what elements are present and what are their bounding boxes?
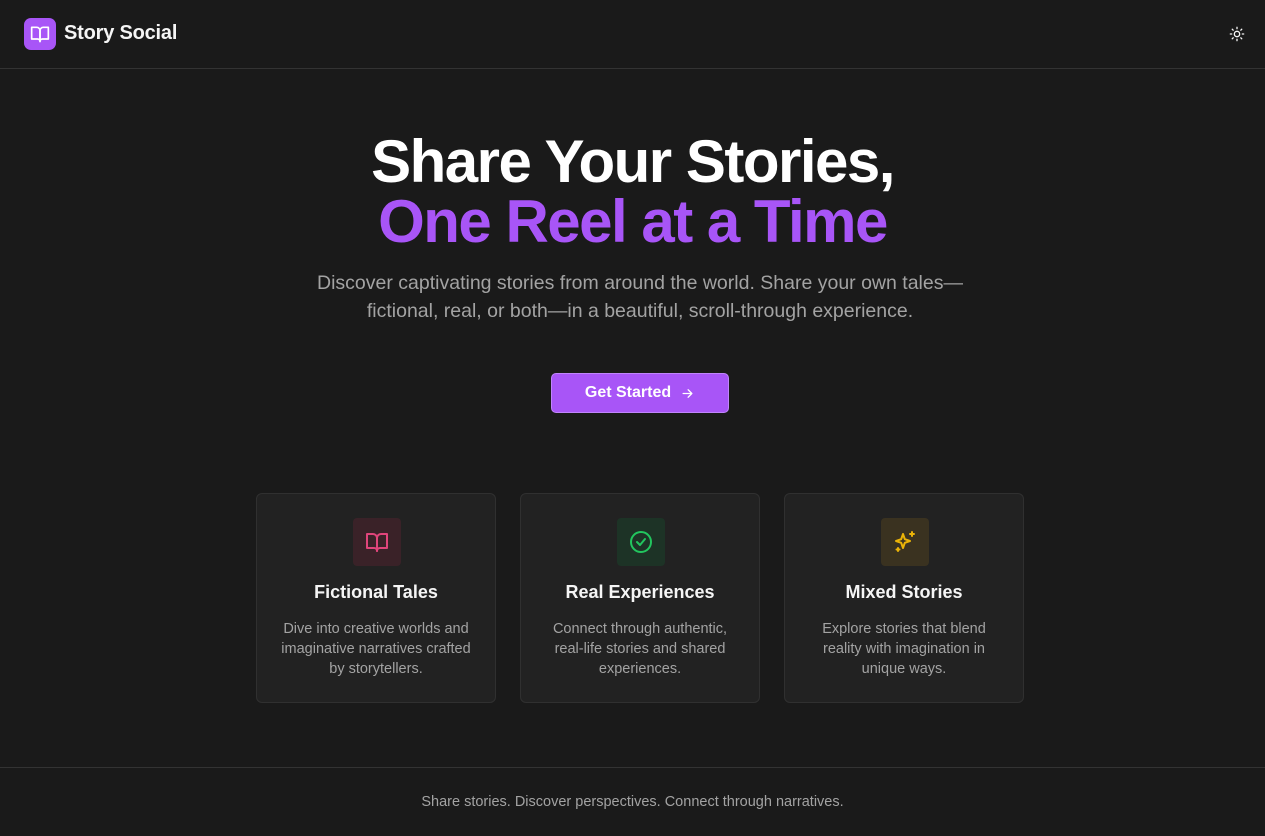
feature-icon-box	[881, 518, 929, 566]
logo[interactable]	[24, 18, 56, 50]
sparkles-icon	[895, 531, 915, 552]
check-circle-icon	[630, 531, 652, 553]
feature-card-real: Real Experiences Connect through authent…	[520, 493, 760, 703]
feature-description: Explore stories that blend reality with …	[822, 621, 986, 677]
site-header: Story Social	[0, 0, 1265, 69]
arrow-right-icon	[682, 388, 693, 398]
feature-card-mixed: Mixed Stories Explore stories that blend…	[784, 493, 1024, 703]
hero-title-line-2: One Reel at a Time	[378, 188, 888, 255]
theme-toggle-button[interactable]	[1227, 24, 1247, 44]
book-open-icon	[30, 26, 50, 43]
feature-card-fictional: Fictional Tales Dive into creative world…	[256, 493, 496, 703]
hero-title-line-1: Share Your Stories,	[371, 128, 895, 195]
get-started-button[interactable]: Get Started	[551, 373, 729, 413]
footer-tagline: Share stories. Discover perspectives. Co…	[421, 794, 844, 810]
feature-icon-box	[617, 518, 665, 566]
feature-title: Fictional Tales	[314, 582, 438, 602]
feature-description: Connect through authentic, real-life sto…	[552, 621, 728, 677]
book-open-icon	[366, 533, 388, 552]
feature-title: Mixed Stories	[845, 582, 963, 602]
feature-icon-box	[353, 518, 401, 566]
feature-title: Real Experiences	[565, 582, 715, 602]
hero-title: Share Your Stories, One Reel at a Time	[0, 132, 1265, 252]
sun-icon	[1229, 26, 1245, 42]
hero-subtitle: Discover captivating stories from around…	[317, 272, 963, 322]
get-started-label: Get Started	[584, 384, 672, 401]
brand-name[interactable]: Story Social	[64, 22, 177, 45]
site-footer: Share stories. Discover perspectives. Co…	[0, 767, 1265, 836]
feature-description: Dive into creative worlds and imaginativ…	[281, 621, 471, 677]
